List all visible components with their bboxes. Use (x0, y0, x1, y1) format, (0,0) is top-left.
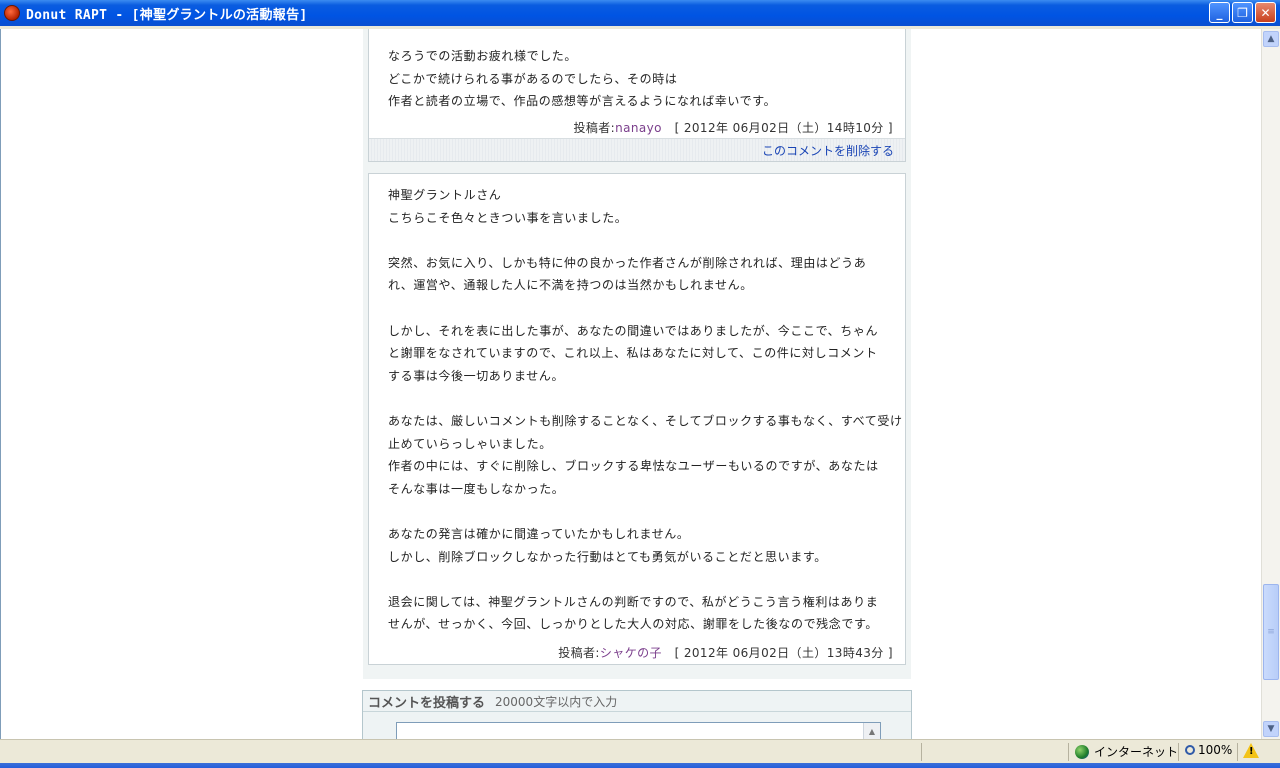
status-divider (1178, 743, 1179, 761)
textarea-scroll-up-icon[interactable]: ▲ (863, 723, 880, 739)
restore-button[interactable]: ❐ (1232, 2, 1253, 23)
status-bar: インターネット 100% ! (0, 739, 1280, 764)
status-divider (1068, 743, 1069, 761)
comment-card: 神聖グラントルさんこちらこそ色々ときつい事を言いました。 突然、お気に入り、しか… (368, 173, 906, 665)
comment-line: れ、運営や、通報した人に不満を持つのは当然かもしれません。 (388, 278, 753, 293)
comment-line: 止めていらっしゃいました。 (388, 436, 552, 451)
delete-comment-link[interactable]: このコメントを削除する (762, 142, 894, 159)
comment-line (388, 387, 886, 410)
comment-card: なろうでの活動お疲れ様でした。どこかで続けられる事があるのでしたら、その時は作者… (368, 29, 906, 162)
app-icon[interactable] (4, 5, 20, 21)
comment-line: なろうでの活動お疲れ様でした。 (388, 49, 578, 63)
comment-timestamp: [ 2012年 06月02日（土）13時43分 ] (674, 646, 893, 660)
close-button[interactable]: ✕ (1255, 2, 1276, 23)
window-controls: _ ❐ ✕ (1209, 2, 1276, 23)
comment-line (388, 568, 886, 591)
security-zone[interactable]: インターネット (1075, 743, 1178, 760)
author-name[interactable]: nanayo (615, 121, 662, 135)
author-name[interactable]: シャケの子 (600, 646, 662, 660)
status-divider (921, 743, 922, 761)
comment-line (388, 297, 886, 320)
title-bar: Donut RAPT - [神聖グラントルの活動報告] _ ❐ ✕ (0, 0, 1280, 26)
magnifier-icon (1185, 745, 1195, 755)
warning-mark: ! (1249, 746, 1254, 757)
comment-line: 作者と読者の立場で、作品の感想等が言えるようになれば幸いです。 (388, 94, 777, 109)
comment-line: しかし、それを表に出した事が、あなたの間違いではありましたが、今ここで、ちゃん (388, 323, 879, 338)
comment-line: と謝罪をなされていますので、これ以上、私はあなたに対して、この件に対しコメント (388, 346, 878, 361)
zoom-level: 100% (1198, 743, 1233, 757)
comment-line: 退会に関しては、神聖グラントルさんの判断ですので、私がどうこう言う権利はありま (388, 594, 879, 609)
post-form-heading: コメントを投稿する (368, 695, 486, 711)
comment-line: する事は今後一切ありません。 (388, 368, 565, 383)
comment-line (388, 229, 886, 252)
comment-meta: 投稿者:シャケの子 [ 2012年 06月02日（土）13時43分 ] (558, 644, 893, 661)
scroll-down-arrow-icon[interactable]: ▼ (1263, 721, 1279, 737)
comment-body: なろうでの活動お疲れ様でした。どこかで続けられる事があるのでしたら、その時は作者… (369, 29, 905, 113)
comment-line: そんな事は一度もしなかった。 (388, 481, 565, 496)
zoom-control[interactable]: 100% (1185, 743, 1232, 757)
zone-label: インターネット (1094, 745, 1179, 759)
window-title: Donut RAPT - [神聖グラントルの活動報告] (26, 7, 308, 23)
author-prefix: 投稿者: (558, 646, 600, 660)
comment-line: せんが、せっかく、今回、しっかりとした大人の対応、謝罪をした後なので残念です。 (388, 617, 878, 632)
comment-line: 神聖グラントルさん (388, 188, 502, 202)
comment-line: あなたは、厳しいコメントも削除することなく、そしてブロックする事もなく、すべて受… (388, 413, 903, 428)
globe-icon (1075, 744, 1089, 759)
comment-textarea[interactable]: ▲ (396, 722, 881, 739)
comment-timestamp: [ 2012年 06月02日（土）14時10分 ] (674, 121, 893, 135)
comment-line: 作者の中には、すぐに削除し、ブロックする卑怯なユーザーもいるのですが、あなたは (388, 459, 879, 474)
comment-line: こちらこそ色々ときつい事を言いました。 (388, 210, 628, 225)
comment-line: しかし、削除ブロックしなかった行動はとても勇気がいることだと思います。 (388, 549, 827, 564)
comment-actions: このコメントを削除する (369, 138, 905, 161)
minimize-button[interactable]: _ (1209, 2, 1230, 23)
scroll-thumb[interactable]: ≡ (1263, 584, 1279, 680)
comment-line: どこかで続けられる事があるのでしたら、その時は (388, 71, 678, 86)
comment-meta: 投稿者:nanayo [ 2012年 06月02日（土）14時10分 ] (573, 119, 893, 136)
comment-line (388, 500, 886, 523)
vertical-scrollbar[interactable]: ▲ ≡ ▼ (1261, 29, 1280, 739)
comment-post-form: コメントを投稿する 20000文字以内で入力 ▲ (362, 690, 912, 739)
post-form-hint: 20000文字以内で入力 (495, 694, 618, 709)
taskbar-strip (0, 763, 1280, 768)
comment-body: 神聖グラントルさんこちらこそ色々ときつい事を言いました。 突然、お気に入り、しか… (369, 174, 905, 636)
comment-line: 突然、お気に入り、しかも特に仲の良かった作者さんが削除されれば、理由はどうあ (388, 255, 867, 270)
page-viewport: なろうでの活動お疲れ様でした。どこかで続けられる事があるのでしたら、その時は作者… (0, 29, 1263, 739)
post-form-header: コメントを投稿する 20000文字以内で入力 (363, 691, 911, 712)
comment-line: あなたの発言は確かに間違っていたかもしれません。 (388, 526, 690, 541)
author-prefix: 投稿者: (573, 121, 616, 135)
status-divider (1237, 743, 1238, 761)
scroll-up-arrow-icon[interactable]: ▲ (1263, 31, 1279, 47)
